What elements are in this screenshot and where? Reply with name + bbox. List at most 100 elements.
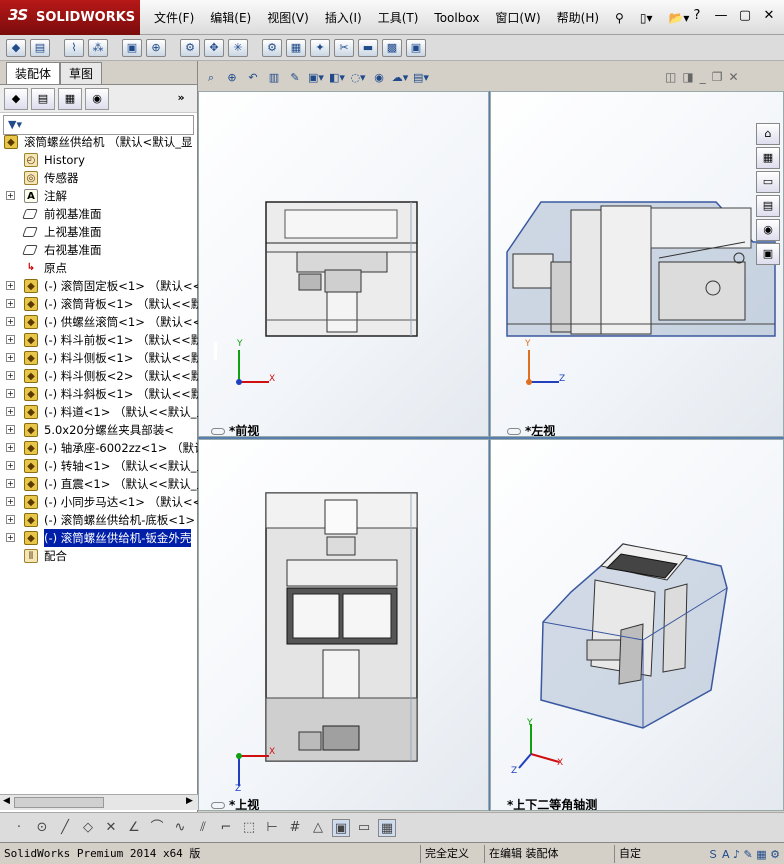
3d-box-icon[interactable]: ▣ [332, 818, 350, 837]
table-icon[interactable]: ▦ [378, 818, 396, 837]
expand-panel-icon[interactable]: » [169, 88, 193, 110]
tree-item[interactable]: + ◆ (-) 滚筒螺丝供给机-钣金外壳 [0, 529, 198, 547]
expand-toggle-icon[interactable]: + [6, 371, 15, 380]
pattern-icon[interactable]: ⁂ [88, 38, 108, 57]
dimension-icon[interactable]: ⊢ [263, 819, 281, 837]
expand-toggle-icon[interactable]: + [6, 515, 15, 524]
section-view-icon[interactable]: ▥ [265, 69, 283, 87]
previous-view-icon[interactable]: ↶ [244, 69, 262, 87]
tree-item[interactable]: ◴ History [0, 151, 198, 169]
options-icon[interactable]: ▣ [406, 38, 426, 57]
viewport-restore-button[interactable]: ❐ [712, 70, 723, 84]
viewport-horizontal-splitter[interactable] [198, 437, 784, 439]
tree-root[interactable]: ◆ 滚筒螺丝供给机 （默认<默认_显 [0, 133, 198, 151]
apply-scene-icon[interactable]: ☁▾ [391, 69, 409, 87]
menu-window[interactable]: 窗口(W) [487, 9, 548, 26]
menu-file[interactable]: 文件(F) [146, 9, 202, 26]
viewport-minimize-button[interactable]: _ [700, 70, 706, 84]
tree-item[interactable]: + ◆ (-) 小同步马达<1> （默认<<默 [0, 493, 198, 511]
tree-item[interactable]: + ◆ (-) 滚筒螺丝供给机-底板<1> [0, 511, 198, 529]
status-custom[interactable]: 自定 [614, 844, 664, 863]
spline-icon[interactable]: ∿ [171, 819, 189, 837]
explode-icon[interactable]: ✦ [310, 38, 330, 57]
viewport-front[interactable]: Y X *前视 [198, 91, 489, 437]
menu-view[interactable]: 视图(V) [259, 9, 317, 26]
tree-item[interactable]: + ◆ (-) 滚筒固定板<1> （默认<<默 [0, 277, 198, 295]
custom-properties-icon[interactable]: ▣ [756, 243, 780, 265]
expand-toggle-icon[interactable]: + [6, 299, 15, 308]
view-palette-icon[interactable]: ▤ [756, 195, 780, 217]
tree-item[interactable]: + ◆ (-) 轴承座-6002zz<1> （默认 [0, 439, 198, 457]
expand-toggle-icon[interactable]: + [6, 533, 15, 542]
home-icon[interactable]: ⌂ [756, 123, 780, 145]
configuration-manager-icon[interactable]: ▦ [58, 87, 82, 110]
viewport-left[interactable]: Y Z *左视 [490, 91, 784, 437]
corner-icon[interactable]: ⌐ [217, 819, 235, 837]
solidworks-logo[interactable]: 3S SOLIDWORKS [0, 0, 140, 35]
menu-help[interactable]: 帮助(H) [549, 9, 607, 26]
tab-assembly[interactable]: 装配体 [6, 62, 61, 84]
view-orientation-icon[interactable]: ▣▾ [307, 69, 325, 87]
angle-icon[interactable]: ∠ [125, 819, 143, 837]
rectangle-icon[interactable]: ⬚ [240, 819, 258, 837]
property-manager-icon[interactable]: ▤ [31, 87, 55, 110]
open-icon[interactable]: ▤ [30, 38, 50, 57]
scroll-left-icon[interactable]: ◀ [3, 796, 10, 806]
appearances-icon[interactable]: ◉ [756, 219, 780, 241]
expand-toggle-icon[interactable]: + [6, 425, 15, 434]
scroll-thumb[interactable] [14, 797, 104, 808]
move-component-icon[interactable]: ✥ [204, 38, 224, 57]
tree-item[interactable]: + ◆ (-) 供螺丝滚筒<1> （默认<<默 [0, 313, 198, 331]
smart-fastener-icon[interactable]: ✳ [228, 38, 248, 57]
link-views-icon[interactable]: ◫ [665, 70, 676, 84]
tree-item[interactable]: ◎ 传感器 [0, 169, 198, 187]
expand-toggle-icon[interactable]: + [6, 461, 15, 470]
bill-of-materials-icon[interactable]: ▦ [286, 38, 306, 57]
viewport-vertical-splitter[interactable] [489, 91, 490, 811]
tree-item[interactable]: ↳ 原点 [0, 259, 198, 277]
mass-properties-icon[interactable]: ▩ [382, 38, 402, 57]
tab-sketch[interactable]: 草图 [60, 62, 103, 84]
expand-toggle-icon[interactable]: + [6, 389, 15, 398]
tree-item[interactable]: 右视基准面 [0, 241, 198, 259]
expand-toggle-icon[interactable]: + [6, 443, 15, 452]
menu-insert[interactable]: 插入(I) [317, 9, 370, 26]
feature-tree-icon[interactable]: ◆ [4, 87, 28, 110]
edit-component-icon[interactable]: ▣ [122, 38, 142, 57]
minimize-button[interactable]: — [712, 8, 730, 23]
viewport-isometric[interactable]: Y X Z *上下二等角轴测 [490, 439, 784, 811]
pin-icon[interactable]: ⚲ [607, 11, 632, 25]
tree-item[interactable]: + ◆ (-) 滚筒背板<1> （默认<<默认 [0, 295, 198, 313]
display-style-icon[interactable]: ◧▾ [328, 69, 346, 87]
tree-item[interactable]: + ◆ (-) 料道<1> （默认<<默认_显 [0, 403, 198, 421]
tree-item[interactable]: + ◆ (-) 料斗斜板<1> （默认<<默认 [0, 385, 198, 403]
relations-icon[interactable]: △ [309, 819, 327, 837]
help-icon[interactable]: ? [688, 8, 706, 23]
tree-item[interactable]: + ◆ (-) 转轴<1> （默认<<默认_显 [0, 457, 198, 475]
menu-toolbox[interactable]: Toolbox [426, 11, 487, 25]
dynamic-annotation-icon[interactable]: ✎ [286, 69, 304, 87]
menu-tools[interactable]: 工具(T) [370, 9, 427, 26]
scroll-right-icon[interactable]: ▶ [186, 796, 193, 806]
edit-appearance-icon[interactable]: ◉ [370, 69, 388, 87]
insert-component-icon[interactable]: ⊕ [146, 38, 166, 57]
expand-toggle-icon[interactable]: + [6, 317, 15, 326]
polygon-icon[interactable]: ◇ [79, 819, 97, 837]
trim-icon[interactable]: ✕ [102, 819, 120, 837]
tree-filter[interactable]: ▼▾ [3, 115, 194, 135]
line-icon[interactable]: ╱ [56, 819, 74, 837]
single-view-icon[interactable]: ◨ [682, 70, 693, 84]
tree-item[interactable]: + ◆ (-) 料斗侧板<1> （默认<<默认 [0, 349, 198, 367]
zoom-area-icon[interactable]: ⊕ [223, 69, 241, 87]
window-icon[interactable]: ▭ [355, 819, 373, 837]
tree-item[interactable]: + ◆ (-) 料斗前板<1> （默认<<默认 [0, 331, 198, 349]
tree-item[interactable]: + A 注解 [0, 187, 198, 205]
new-document-icon[interactable]: ▯▾ [632, 11, 661, 25]
hide-show-icon[interactable]: ◌▾ [349, 69, 367, 87]
tree-item[interactable]: + ◆ (-) 直震<1> （默认<<默认_显 [0, 475, 198, 493]
view-settings-icon[interactable]: ▤▾ [412, 69, 430, 87]
expand-toggle-icon[interactable]: + [6, 479, 15, 488]
tree-item[interactable]: 前视基准面 [0, 205, 198, 223]
expand-toggle-icon[interactable]: + [6, 281, 15, 290]
expand-toggle-icon[interactable]: + [6, 353, 15, 362]
